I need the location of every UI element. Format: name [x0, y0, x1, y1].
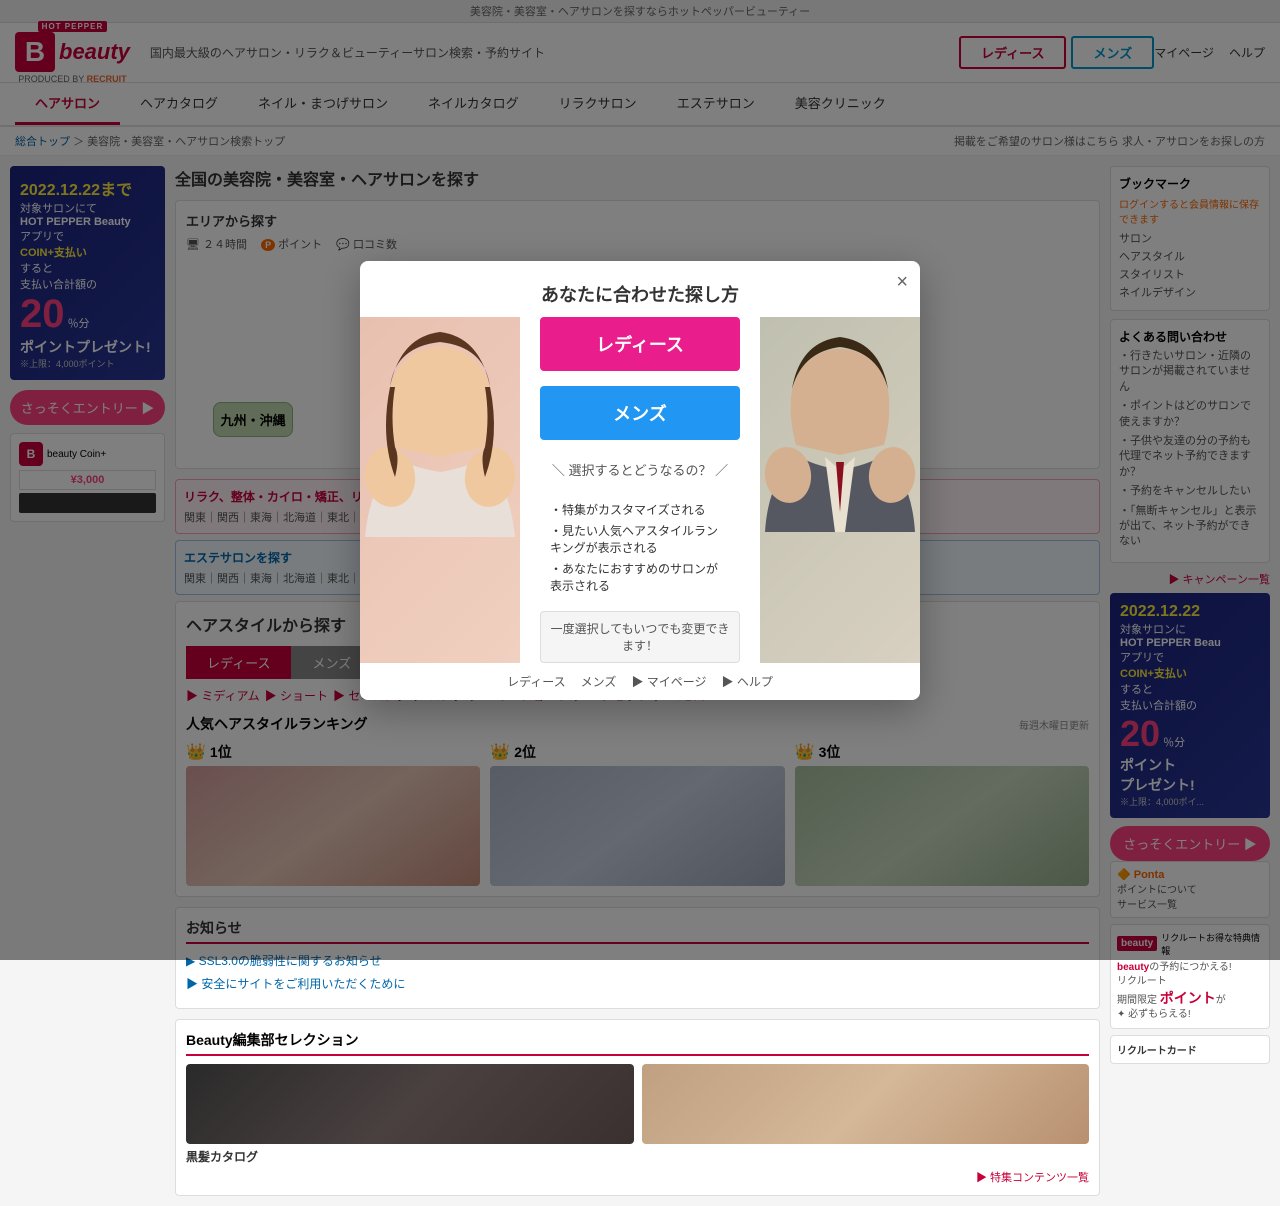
modal-close-button[interactable]: × [896, 271, 908, 294]
woman-silhouette-svg [360, 317, 520, 637]
modal-title: あなたに合わせた探し方 [360, 261, 920, 317]
beauty-card-1: 黒髪カタログ [186, 1064, 634, 1165]
recruit-detail: beautyの予約につかえる! リクルート 期間限定 ポイントが ✦ 必ずもらえ… [1117, 961, 1263, 1023]
news-item-2: ▶ 安全にサイトをご利用いただくために [186, 975, 1089, 992]
modal-ladies-button[interactable]: レディース [540, 317, 740, 371]
beauty-section-title: Beauty編集部セレクション [186, 1030, 1089, 1056]
beauty-photo-2[interactable] [642, 1064, 1090, 1144]
modal-mens-button[interactable]: メンズ [540, 386, 740, 440]
modal-feature-item: あなたにおすすめのサロンが表示される [550, 558, 730, 596]
modal-feature-item: 特集がカスタマイズされる [550, 499, 730, 520]
modal-divider: ＼ 選択するとどうなるの？ ／ [540, 460, 740, 479]
modal-features-list: 特集がカスタマイズされる見たい人気ヘアスタイルランキングが表示されるあなたにおす… [540, 499, 740, 596]
modal-man-image [760, 317, 920, 663]
man-silhouette-svg [760, 317, 920, 637]
modal-bottom-links: レディースメンズ ▶ マイページ ▶ ヘルプ [360, 663, 920, 700]
beauty-more-link[interactable]: ▶ 特集コンテンツ一覧 [186, 1169, 1089, 1185]
modal-change-note: 一度選択してもいつでも変更できます！ [540, 611, 740, 663]
beauty-section: Beauty編集部セレクション 黒髪カタログ ▶ 特集コンテンツ一覧 [175, 1019, 1100, 1196]
beauty-card-2 [642, 1064, 1090, 1165]
news-link-2[interactable]: ▶ 安全にサイトをご利用いただくために [186, 977, 405, 991]
recruit-card-banner: リクルートカード [1110, 1035, 1270, 1064]
modal-overlay[interactable]: × あなたに合わせた探し方 [0, 0, 1280, 960]
beauty-label-1: 黒髪カタログ [186, 1148, 634, 1165]
modal-bottom-link[interactable]: ▶ マイページ [631, 673, 706, 690]
modal: × あなたに合わせた探し方 [360, 261, 920, 700]
recruit-card-label: リクルートカード [1117, 1042, 1263, 1057]
modal-body: レディース メンズ ＼ 選択するとどうなるの？ ／ 特集がカスタマイズされる見た… [360, 317, 920, 663]
modal-bottom-link[interactable]: メンズ [581, 673, 617, 690]
beauty-photo-1[interactable] [186, 1064, 634, 1144]
modal-bottom-link[interactable]: ▶ ヘルプ [722, 673, 773, 690]
beauty-grid: 黒髪カタログ [186, 1064, 1089, 1165]
modal-center: レディース メンズ ＼ 選択するとどうなるの？ ／ 特集がカスタマイズされる見た… [520, 317, 760, 663]
modal-bottom-link[interactable]: レディース [507, 673, 566, 690]
modal-feature-item: 見たい人気ヘアスタイルランキングが表示される [550, 520, 730, 558]
modal-woman-image [360, 317, 520, 663]
